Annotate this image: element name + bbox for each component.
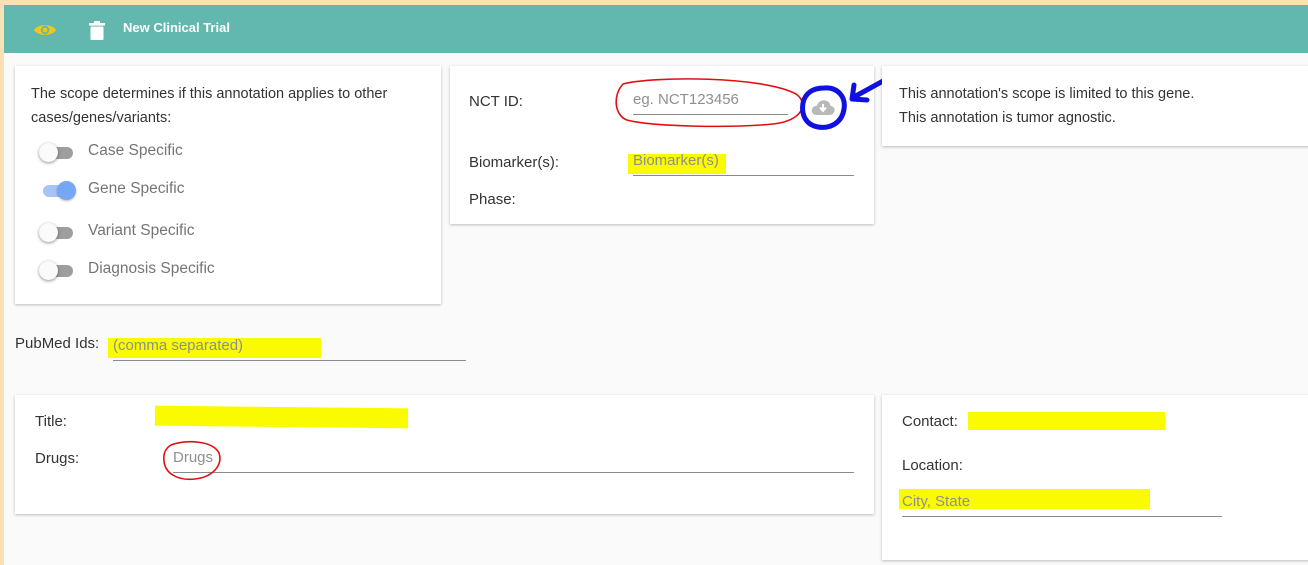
diagnosis-specific-toggle[interactable] bbox=[39, 260, 77, 280]
title-label: Title: bbox=[35, 413, 67, 430]
contact-highlight[interactable] bbox=[968, 412, 1165, 430]
app-frame: New Clinical Trial The scope determines … bbox=[4, 5, 1308, 565]
scope-summary-line-2: This annotation is tumor agnostic. bbox=[899, 110, 1116, 126]
trial-details-card: Title: Drugs: Drugs bbox=[15, 395, 874, 514]
biomarker-field[interactable]: Biomarker(s) bbox=[633, 146, 854, 176]
red-circle-annotation bbox=[615, 78, 804, 128]
nct-id-label: NCT ID: bbox=[469, 93, 523, 110]
gene-specific-toggle[interactable] bbox=[39, 180, 77, 200]
drugs-field[interactable]: Drugs bbox=[173, 443, 854, 473]
pubmed-ids-field[interactable]: (comma separated) bbox=[113, 333, 466, 361]
pubmed-placeholder: (comma separated) bbox=[113, 337, 244, 354]
variant-specific-label: Variant Specific bbox=[88, 222, 195, 239]
location-placeholder: City, State bbox=[902, 493, 971, 510]
scope-card: The scope determines if this annotation … bbox=[15, 66, 441, 304]
toolbar: New Clinical Trial bbox=[4, 5, 1308, 53]
biomarker-placeholder: Biomarker(s) bbox=[633, 152, 719, 169]
case-specific-toggle[interactable] bbox=[39, 142, 77, 162]
gene-specific-label: Gene Specific bbox=[88, 180, 185, 197]
scope-summary-line-1: This annotation's scope is limited to th… bbox=[899, 86, 1195, 102]
location-field[interactable]: City, State bbox=[902, 486, 1222, 517]
biomarker-label: Biomarker(s): bbox=[469, 154, 560, 171]
trash-icon[interactable] bbox=[84, 17, 110, 43]
diagnosis-specific-label: Diagnosis Specific bbox=[88, 260, 215, 277]
title-highlight[interactable] bbox=[154, 405, 409, 429]
pubmed-label: PubMed Ids: bbox=[15, 335, 100, 352]
scope-description: The scope determines if this annotation … bbox=[31, 86, 388, 126]
cloud-download-icon[interactable] bbox=[810, 96, 836, 118]
phase-label: Phase: bbox=[469, 191, 516, 208]
contact-card: Contact: Location: City, State bbox=[882, 395, 1308, 560]
case-specific-label: Case Specific bbox=[88, 142, 183, 159]
drugs-circle-annotation bbox=[163, 440, 221, 481]
page-title: New Clinical Trial bbox=[123, 20, 230, 35]
drugs-label: Drugs: bbox=[35, 450, 80, 467]
contact-label: Contact: bbox=[902, 413, 958, 430]
variant-specific-toggle[interactable] bbox=[39, 222, 77, 242]
scope-summary-card: This annotation's scope is limited to th… bbox=[882, 66, 1308, 146]
eye-icon[interactable] bbox=[32, 17, 58, 43]
location-label: Location: bbox=[902, 457, 963, 474]
